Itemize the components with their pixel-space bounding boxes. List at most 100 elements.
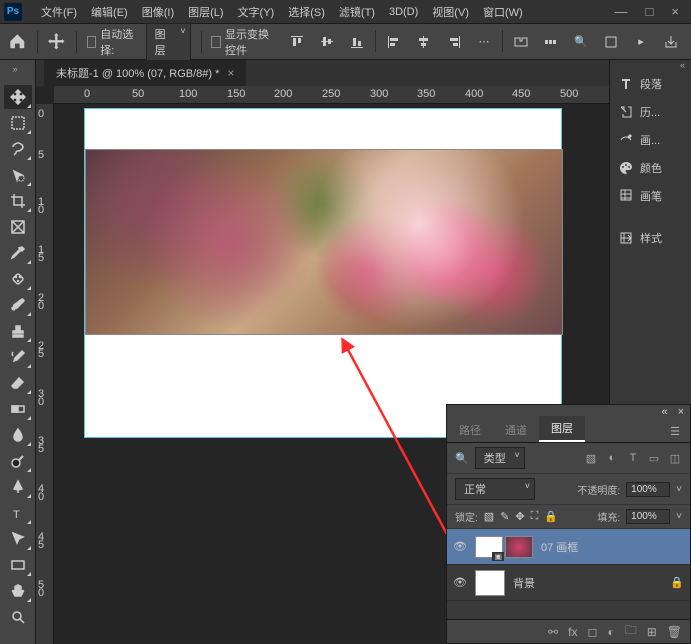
panel-menu-icon[interactable]: ☰: [660, 421, 690, 442]
move-tool-icon[interactable]: [47, 30, 66, 54]
artboard[interactable]: [84, 108, 562, 438]
align-right-icon[interactable]: [442, 30, 466, 54]
layer-row[interactable]: 👁 背景 🔒: [447, 565, 690, 601]
window-maximize-icon[interactable]: □: [646, 4, 654, 19]
new-layer-icon[interactable]: ⊞: [647, 625, 657, 639]
layer-name[interactable]: 07 画框: [541, 539, 578, 555]
ruler-vertical[interactable]: 0 5101520253035404550: [36, 104, 54, 644]
more-align-icon[interactable]: ⋯: [472, 30, 496, 54]
quick-select-tool[interactable]: [4, 163, 32, 187]
visibility-icon[interactable]: 👁: [453, 576, 467, 589]
delete-layer-icon[interactable]: 🗑: [667, 625, 682, 639]
menu-window[interactable]: 窗口(W): [476, 1, 530, 23]
tab-channels[interactable]: 通道: [493, 418, 539, 442]
filter-smart-icon[interactable]: ◫: [668, 451, 682, 465]
filter-type-icon[interactable]: T: [626, 451, 640, 465]
layer-style-icon[interactable]: fx: [568, 625, 577, 639]
panel-color[interactable]: 颜色: [610, 154, 691, 182]
tab-layers[interactable]: 图层: [539, 416, 585, 442]
hand-tool[interactable]: [4, 579, 32, 603]
group-icon[interactable]: 🗀: [625, 621, 637, 642]
align-top-icon[interactable]: [285, 30, 309, 54]
menu-layer[interactable]: 图层(L): [181, 1, 230, 23]
blend-mode-dropdown[interactable]: 正常: [455, 478, 535, 500]
move-tool[interactable]: [4, 85, 32, 109]
history-brush-tool[interactable]: [4, 345, 32, 369]
auto-select-target-dropdown[interactable]: 图层: [146, 23, 191, 61]
toolbox-expand-icon[interactable]: »: [13, 64, 23, 84]
frame-tool[interactable]: [4, 215, 32, 239]
brush-tool[interactable]: [4, 293, 32, 317]
lock-all-icon[interactable]: 🔒: [544, 510, 558, 523]
panel-collapse-icon[interactable]: «: [661, 406, 667, 418]
pen-tool[interactable]: [4, 475, 32, 499]
menu-view[interactable]: 视图(V): [425, 1, 476, 23]
lock-position-icon[interactable]: ✥: [515, 510, 524, 523]
filter-adjust-icon[interactable]: ◐: [605, 451, 619, 465]
3d-mode-icon[interactable]: [509, 30, 533, 54]
distribute-icon[interactable]: [539, 30, 563, 54]
dodge-tool[interactable]: [4, 449, 32, 473]
home-icon[interactable]: [8, 30, 27, 54]
healing-tool[interactable]: [4, 267, 32, 291]
link-layers-icon[interactable]: ⚯: [548, 625, 558, 639]
align-bottom-icon[interactable]: [345, 30, 369, 54]
crop-tool[interactable]: [4, 189, 32, 213]
share-icon[interactable]: ▸: [629, 30, 653, 54]
panel-brushes[interactable]: 画...: [610, 126, 691, 154]
zoom-all-icon[interactable]: 🔍: [569, 30, 593, 54]
adjustment-layer-icon[interactable]: ◐: [607, 625, 614, 639]
align-hcenter-icon[interactable]: [412, 30, 436, 54]
menu-image[interactable]: 图像(I): [135, 1, 181, 23]
menu-type[interactable]: 文字(Y): [231, 1, 282, 23]
blur-tool[interactable]: [4, 423, 32, 447]
layer-row[interactable]: 👁 ▣ 07 画框: [447, 529, 690, 565]
menu-select[interactable]: 选择(S): [281, 1, 332, 23]
path-select-tool[interactable]: [4, 527, 32, 551]
ruler-horizontal[interactable]: 050100150200250300350400450500: [54, 86, 609, 104]
rectangle-tool[interactable]: [4, 553, 32, 577]
document-tab[interactable]: 未标题-1 @ 100% (07, RGB/8#) * ×: [44, 60, 246, 86]
panel-history[interactable]: 历...: [610, 98, 691, 126]
menu-3d[interactable]: 3D(D): [382, 3, 425, 21]
filter-shape-icon[interactable]: ▭: [647, 451, 661, 465]
eraser-tool[interactable]: [4, 371, 32, 395]
lasso-tool[interactable]: [4, 137, 32, 161]
panel-styles[interactable]: 样式: [610, 224, 691, 252]
panel-brush-settings[interactable]: 画笔: [610, 182, 691, 210]
layer-thumb[interactable]: [475, 570, 505, 596]
frame-thumb[interactable]: ▣: [475, 536, 503, 558]
layer-filter-type-dropdown[interactable]: 类型: [475, 447, 525, 469]
close-tab-icon[interactable]: ×: [227, 66, 234, 80]
opacity-input[interactable]: [626, 482, 670, 497]
eyedropper-tool[interactable]: [4, 241, 32, 265]
visibility-icon[interactable]: 👁: [453, 540, 467, 553]
auto-select-checkbox[interactable]: 自动选择:: [87, 26, 136, 58]
lock-artboard-icon[interactable]: ⛶: [531, 510, 539, 523]
layer-mask-icon[interactable]: ◻: [587, 625, 597, 639]
window-minimize-icon[interactable]: —: [615, 4, 628, 19]
gradient-tool[interactable]: [4, 397, 32, 421]
layer-name[interactable]: 背景: [513, 575, 535, 591]
show-transform-checkbox[interactable]: 显示变换控件: [211, 26, 275, 58]
align-vcenter-icon[interactable]: [315, 30, 339, 54]
menu-filter[interactable]: 滤镜(T): [332, 1, 382, 23]
layer-content-thumb[interactable]: [505, 536, 533, 558]
align-left-icon[interactable]: [382, 30, 406, 54]
filter-pixel-icon[interactable]: ▧: [584, 451, 598, 465]
tab-paths[interactable]: 路径: [447, 418, 493, 442]
type-tool[interactable]: T: [4, 501, 32, 525]
export-icon[interactable]: [659, 30, 683, 54]
window-close-icon[interactable]: ×: [671, 4, 679, 19]
lock-transparency-icon[interactable]: ▧: [484, 510, 494, 523]
artboard-icon[interactable]: [599, 30, 623, 54]
image-frame[interactable]: [85, 149, 563, 335]
fill-input[interactable]: [626, 509, 670, 524]
menu-edit[interactable]: 编辑(E): [84, 1, 135, 23]
menu-file[interactable]: 文件(F): [34, 1, 84, 23]
panel-close-icon[interactable]: ×: [678, 406, 684, 418]
marquee-tool[interactable]: [4, 111, 32, 135]
stamp-tool[interactable]: [4, 319, 32, 343]
lock-pixels-icon[interactable]: ✎: [500, 510, 509, 523]
panel-paragraph[interactable]: 段落: [610, 70, 691, 98]
